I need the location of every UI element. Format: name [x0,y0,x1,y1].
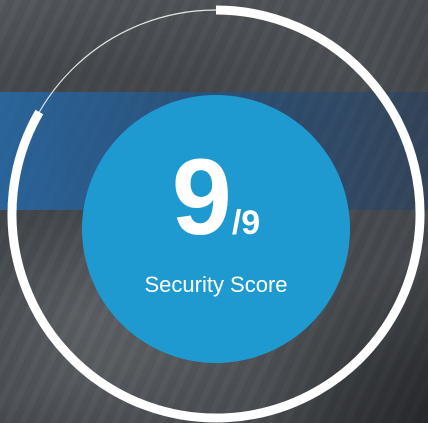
score-total: /9 [231,204,261,242]
score-value: 9 [171,136,232,257]
score-label: Security Score [144,272,288,297]
security-score-widget: 9/9 Security Score [0,0,428,423]
score-display: 9/9 [82,142,350,252]
